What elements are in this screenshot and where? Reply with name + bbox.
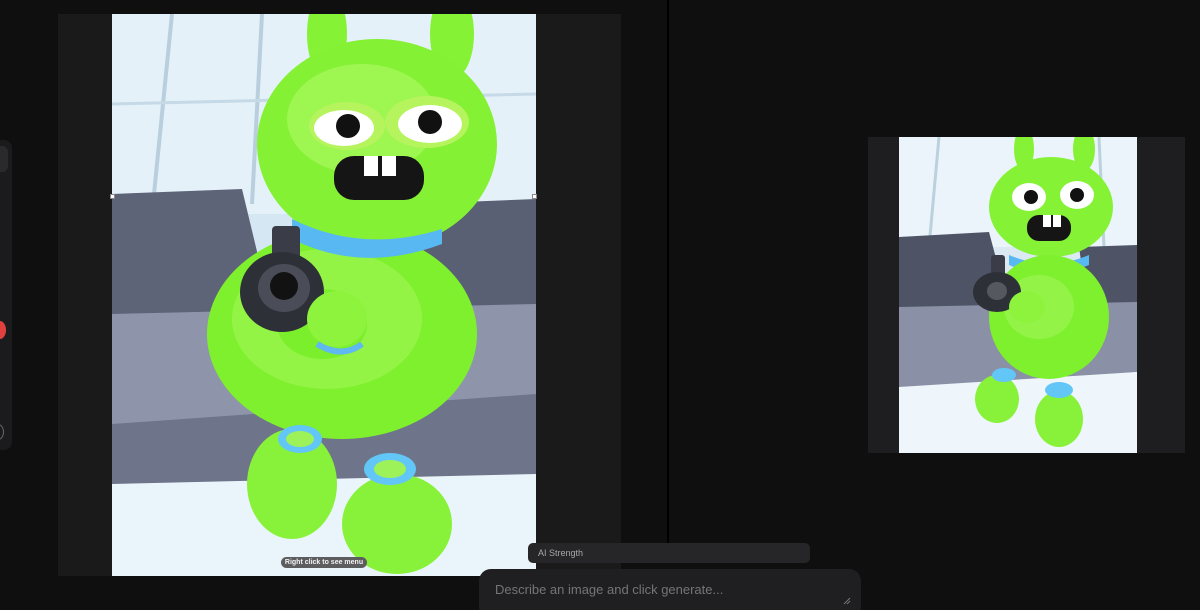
left-toolbar xyxy=(0,140,12,450)
context-menu-hint: Right click to see menu xyxy=(281,557,367,568)
app-root: Right click to see menu AI Strength Desc… xyxy=(0,0,1200,610)
source-image[interactable] xyxy=(112,14,536,576)
resize-handle-right[interactable] xyxy=(532,194,537,199)
resize-handle-left[interactable] xyxy=(110,194,115,199)
toolbar-button[interactable] xyxy=(0,146,8,172)
resize-grip-icon[interactable] xyxy=(843,597,851,605)
ai-strength-label: AI Strength xyxy=(538,548,584,558)
prompt-box xyxy=(479,569,861,610)
generated-image[interactable] xyxy=(899,137,1137,453)
ai-strength-slider[interactable]: AI Strength xyxy=(528,543,810,563)
prompt-input[interactable] xyxy=(495,582,835,597)
panel-divider xyxy=(667,0,669,545)
